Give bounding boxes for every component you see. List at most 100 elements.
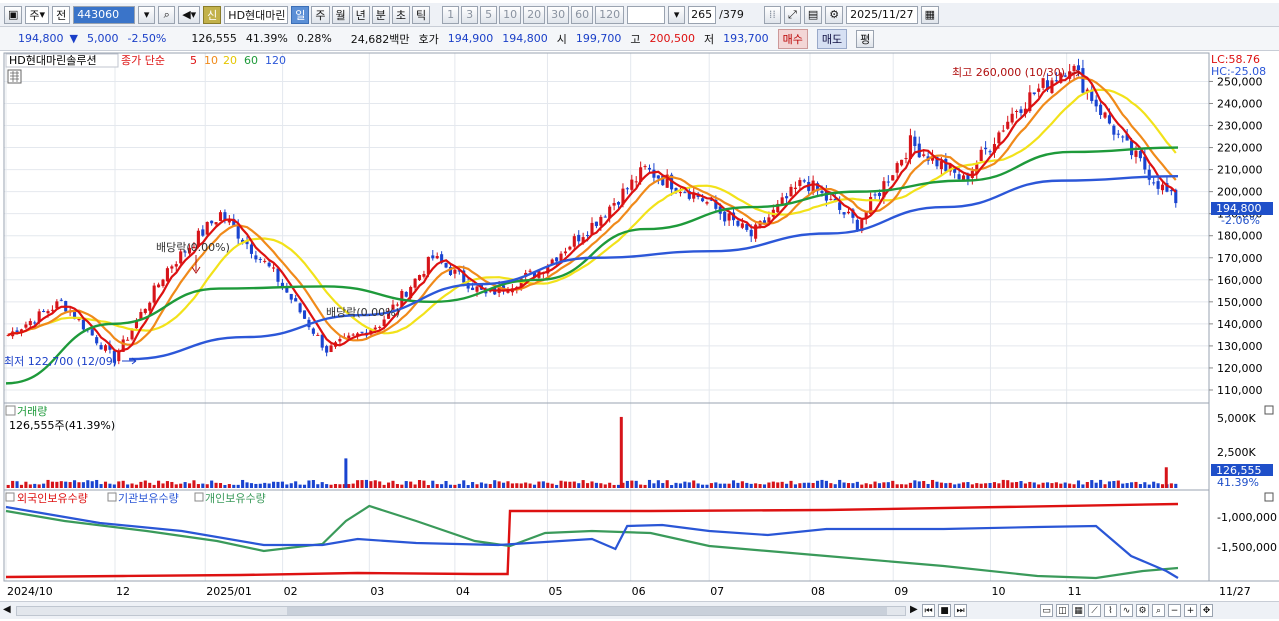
volume-bar (227, 484, 231, 488)
period-tab-6[interactable]: 틱 (412, 5, 431, 24)
volume-bar (112, 484, 116, 488)
period-tab-5[interactable]: 초 (391, 5, 411, 24)
interval-tab-10[interactable]: 10 (499, 5, 522, 24)
forward-icon[interactable]: ⏭ (954, 604, 967, 617)
interval-tab-60[interactable]: 60 (571, 5, 594, 24)
volume-bar (157, 480, 161, 488)
fullscreen-icon[interactable]: ✥ (1200, 604, 1213, 617)
chart-type-icon[interactable]: ⁞⁞ (763, 5, 781, 24)
market-select[interactable]: 주 ▾ (25, 5, 50, 24)
layout-split-icon[interactable]: ◫ (1056, 604, 1069, 617)
window-icon[interactable]: ▣ (4, 5, 23, 24)
candle-body (117, 352, 121, 362)
zoom-in-icon[interactable]: + (1184, 604, 1197, 617)
volume-bar (948, 482, 952, 488)
date-tick-label: 10 (991, 585, 1005, 598)
volume-bar (267, 483, 271, 488)
volume-bar (639, 484, 643, 488)
scroll-left-icon[interactable]: ◀ (3, 604, 11, 615)
volume-bar (674, 482, 678, 488)
volume-bar (1099, 479, 1103, 488)
volume-bar (395, 484, 399, 488)
sell-button[interactable]: 매도 (816, 28, 848, 49)
interval-tab-120[interactable]: 120 (595, 5, 625, 24)
candle-body (572, 236, 576, 247)
volume-bar (537, 481, 541, 488)
candle-body (148, 302, 152, 311)
zoom-out-icon[interactable]: − (1168, 604, 1181, 617)
interval-dropdown-icon[interactable]: ▾ (668, 5, 686, 24)
scroll-right-icon[interactable]: ▶ (910, 604, 918, 615)
volume-bar (338, 484, 342, 488)
candle-body (594, 221, 598, 227)
layout-single-icon[interactable]: ▭ (1040, 604, 1053, 617)
volume-bar (404, 481, 408, 488)
volume-bar (99, 484, 103, 488)
period-tab-1[interactable]: 주 (311, 5, 330, 24)
period-tab-2[interactable]: 월 (331, 5, 350, 24)
volume-bar (917, 481, 921, 488)
trend-tool-icon[interactable]: ⌇ (1104, 604, 1117, 617)
search-icon[interactable]: ⌕ (158, 5, 176, 24)
draw-tool-icon[interactable]: ⤢ (783, 5, 801, 24)
volume-spike-bar (344, 458, 348, 488)
volume-bar (42, 483, 46, 488)
price-tick-label: 220,000 (1217, 142, 1263, 155)
volume-bar (559, 480, 563, 488)
stock-name-field[interactable]: HD현대마린 (224, 5, 289, 24)
volume-bar (263, 482, 267, 488)
scroll-thumb[interactable] (287, 607, 887, 615)
eval-button[interactable]: 평 (856, 29, 875, 48)
settings-tool-icon[interactable]: ⚙ (1136, 604, 1149, 617)
stop-icon[interactable]: ■ (938, 604, 951, 617)
period-tab-3[interactable]: 년 (351, 5, 370, 24)
volume-bar (1023, 483, 1027, 488)
calendar-icon[interactable]: ▦ (920, 5, 939, 24)
holdings-panel-close-icon[interactable] (1264, 492, 1274, 502)
rewind-icon[interactable]: ⏮ (922, 604, 935, 617)
layout-grid-icon[interactable]: ▦ (1072, 604, 1085, 617)
volume-bar (612, 484, 616, 488)
period-tab-0[interactable]: 일 (291, 5, 310, 24)
interval-tab-20[interactable]: 20 (523, 5, 546, 24)
interval-tab-3[interactable]: 3 (461, 5, 479, 24)
stock-chart[interactable]: HD현대마린솔루션 종가 단순 5 10 20 60 120 LC:58.76 … (0, 51, 1279, 601)
price-tick-label: 230,000 (1217, 120, 1263, 133)
stock-code-input[interactable]: 443060 (73, 5, 136, 24)
date-input[interactable]: 2025/11/27 (846, 5, 918, 24)
code-dropdown-icon[interactable]: ▾ (138, 5, 156, 24)
period-tab-4[interactable]: 분 (371, 5, 390, 24)
prefix-select[interactable]: 전 (52, 5, 71, 24)
scroll-track[interactable] (16, 606, 906, 616)
save-icon[interactable]: ▤ (803, 5, 823, 24)
volume-bar (466, 485, 470, 488)
volume-bar (329, 484, 333, 488)
volume-panel-close-icon[interactable] (1264, 405, 1274, 415)
price-panel-frame (3, 52, 1210, 404)
interval-tab-30[interactable]: 30 (547, 5, 570, 24)
interval-tab-1[interactable]: 1 (442, 5, 460, 24)
volume-bar (1094, 482, 1098, 488)
buy-button[interactable]: 매수 (777, 28, 808, 49)
gear-icon[interactable]: ⚙ (825, 5, 844, 24)
candle-body (1041, 78, 1045, 88)
candle-body (1037, 88, 1041, 92)
volume-bar (400, 484, 404, 488)
volume-bar (824, 480, 828, 488)
candle-body (886, 181, 890, 183)
speaker-icon[interactable]: ◀▾ (178, 5, 201, 24)
line-tool-icon[interactable]: ⟋ (1088, 604, 1101, 617)
volume-bar (108, 483, 112, 488)
volume-bar (723, 483, 727, 488)
candle-body (320, 334, 324, 348)
candle-body (1147, 169, 1151, 180)
table-icon[interactable] (7, 69, 22, 84)
interval-input[interactable] (627, 5, 666, 24)
count-input[interactable]: 265 (688, 5, 717, 24)
candle-body (1015, 111, 1019, 113)
magnify-icon[interactable]: ⌕ (1152, 604, 1165, 617)
volume-bar (665, 480, 669, 488)
interval-tab-5[interactable]: 5 (480, 5, 498, 24)
pattern-tool-icon[interactable]: ∿ (1120, 604, 1133, 617)
candle-body (205, 222, 209, 235)
